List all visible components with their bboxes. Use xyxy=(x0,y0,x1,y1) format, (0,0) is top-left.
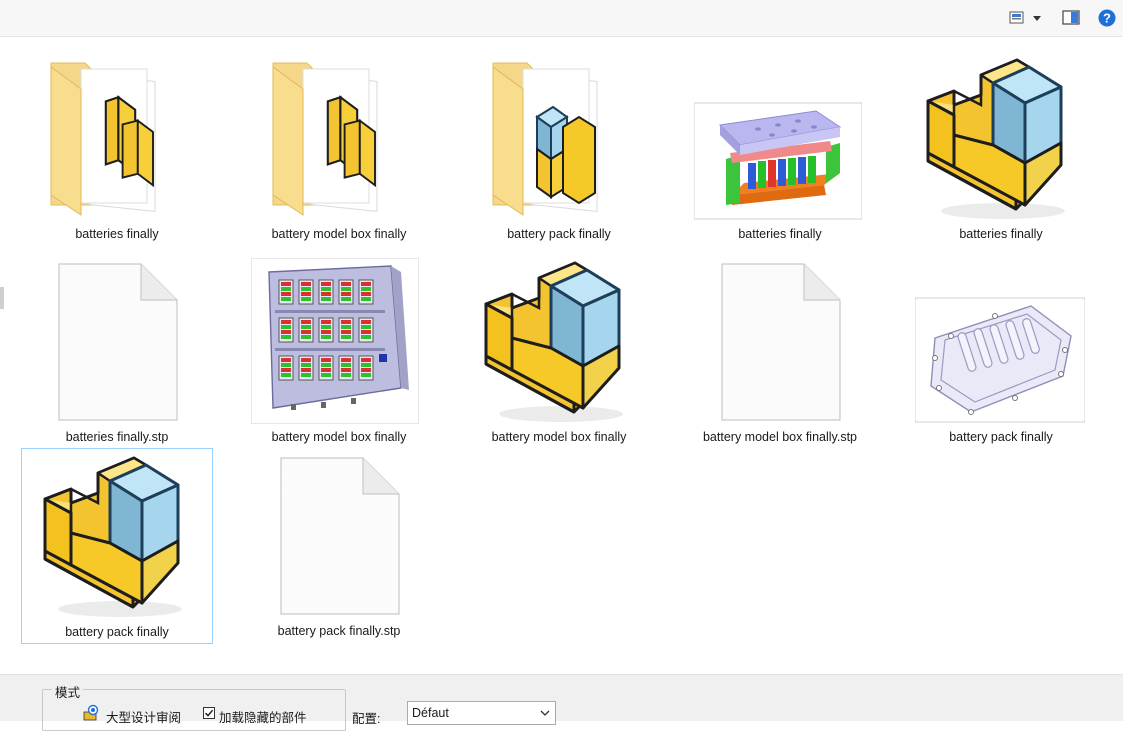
file-item[interactable]: battery model box finally xyxy=(243,254,435,450)
chevron-down-icon xyxy=(1033,16,1041,21)
load-hidden-checkbox[interactable] xyxy=(203,707,215,719)
file-name: battery model box finally xyxy=(271,227,407,241)
help-icon: ? xyxy=(1098,9,1116,27)
file-name: battery pack finally xyxy=(507,227,611,241)
file-name: battery model box finally xyxy=(271,430,407,444)
chevron-down-icon xyxy=(540,710,550,716)
battery-box-thumbnail xyxy=(251,258,419,424)
assembly-folder-icon xyxy=(479,55,639,221)
part-file-icon xyxy=(921,55,1081,221)
config-select[interactable]: Défaut xyxy=(407,701,556,725)
config-label: 配置: xyxy=(352,712,381,726)
file-name: battery model box finally xyxy=(491,430,627,444)
file-name: batteries finally xyxy=(75,227,159,241)
preview-pane-button[interactable] xyxy=(1061,9,1081,27)
file-name: battery model box finally.stp xyxy=(702,430,857,444)
file-item[interactable]: battery pack finally xyxy=(905,254,1097,450)
part-file-icon xyxy=(479,258,639,424)
file-item[interactable]: battery model box finally xyxy=(243,51,435,247)
view-options-icon xyxy=(1009,11,1041,24)
file-name: batteries finally xyxy=(959,227,1043,241)
part-file-icon xyxy=(38,453,198,619)
toolbar: ? xyxy=(0,0,1123,37)
file-item[interactable]: batteries finally xyxy=(21,51,213,247)
mode-legend: 模式 xyxy=(52,682,84,701)
large-design-review-icon[interactable] xyxy=(82,704,100,722)
blank-file-icon xyxy=(37,258,197,424)
file-name: batteries finally.stp xyxy=(65,430,169,444)
file-item[interactable]: batteries finally xyxy=(684,51,876,247)
svg-text:?: ? xyxy=(1103,11,1111,26)
checkmark-icon xyxy=(204,709,214,717)
open-options-panel: 模式 大型设计审阅 加载隐藏的部件 配置: Défaut xyxy=(0,674,1123,731)
battery-assembly-thumbnail xyxy=(694,55,862,221)
file-name: battery pack finally xyxy=(65,625,169,639)
battery-pack-thumbnail xyxy=(915,258,1085,424)
file-item-selected[interactable]: battery pack finally xyxy=(21,448,213,644)
large-design-review-option[interactable]: 大型设计审阅 xyxy=(106,707,181,726)
file-name: batteries finally xyxy=(738,227,822,241)
file-grid: batteries finally battery model box fina… xyxy=(0,37,1123,674)
file-item[interactable]: battery model box finally xyxy=(463,254,655,450)
view-options-button[interactable] xyxy=(1006,9,1046,27)
splitter-handle[interactable] xyxy=(0,287,4,309)
file-item[interactable]: battery pack finally xyxy=(463,51,655,247)
config-value: Défaut xyxy=(412,706,449,720)
help-button[interactable]: ? xyxy=(1097,9,1117,27)
file-name: battery pack finally xyxy=(949,430,1053,444)
blank-file-icon xyxy=(259,452,419,618)
file-item[interactable]: battery model box finally.stp xyxy=(684,254,876,450)
blank-file-icon xyxy=(700,258,860,424)
assembly-folder-icon xyxy=(37,55,197,221)
load-hidden-label[interactable]: 加载隐藏的部件 xyxy=(219,707,307,726)
file-item[interactable]: battery pack finally.stp xyxy=(243,448,435,644)
preview-pane-icon xyxy=(1062,10,1080,25)
file-item[interactable]: batteries finally.stp xyxy=(21,254,213,450)
file-name: battery pack finally.stp xyxy=(277,624,401,638)
assembly-folder-icon xyxy=(259,55,419,221)
file-item[interactable]: batteries finally xyxy=(905,51,1097,247)
